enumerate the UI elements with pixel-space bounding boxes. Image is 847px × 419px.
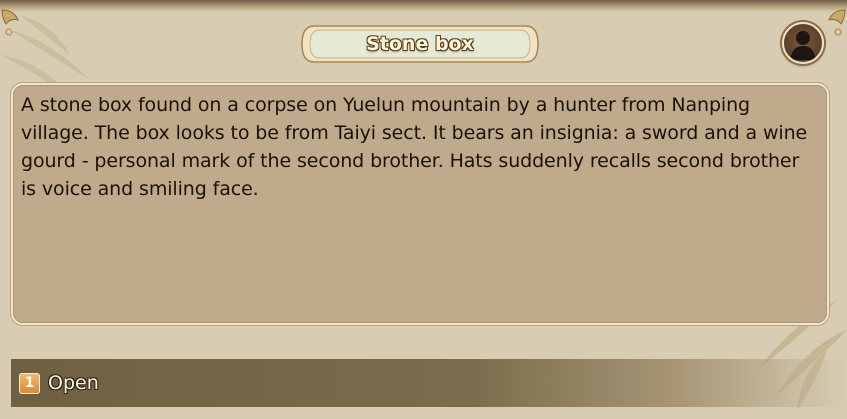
character-portrait-icon <box>790 31 816 60</box>
character-avatar-button[interactable] <box>782 22 824 64</box>
item-description: A stone box found on a corpse on Yuelun … <box>21 94 808 200</box>
dialog-title: Stone box <box>366 33 474 55</box>
choice-option-open[interactable]: 1 Open <box>11 359 847 407</box>
title-plate: Stone box <box>298 22 542 66</box>
choice-label: Open <box>48 372 99 394</box>
choice-number-badge: 1 <box>19 372 40 394</box>
description-panel: A stone box found on a corpse on Yuelun … <box>11 83 829 325</box>
